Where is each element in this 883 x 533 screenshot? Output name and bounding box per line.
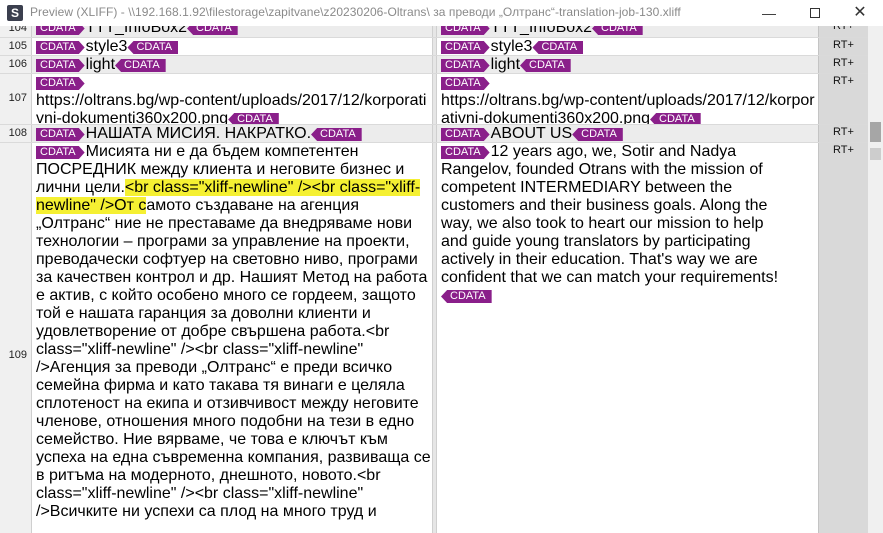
cdata-tag[interactable]: CDATA bbox=[36, 146, 85, 159]
status-cell: RT+ bbox=[818, 26, 868, 37]
status-cell: RT+ bbox=[818, 56, 868, 73]
segment-row[interactable]: 109 CDATA Мисията ни е да бъдем компетент… bbox=[0, 143, 868, 533]
cdata-tag[interactable]: CDATA bbox=[650, 113, 701, 124]
source-cell[interactable]: CDATA Мисията ни е да бъдем компетентен П… bbox=[33, 143, 433, 533]
scrollbar-thumb-secondary[interactable] bbox=[870, 148, 881, 160]
maximize-button[interactable] bbox=[792, 0, 838, 26]
segment-row[interactable]: 106 CDATA light CDATA CDATA light CDATA RT+ bbox=[0, 56, 868, 74]
target-text: light bbox=[490, 56, 521, 73]
segment-number: 105 bbox=[0, 38, 32, 55]
cdata-tag[interactable]: CDATA bbox=[441, 77, 490, 90]
segment-number: 104 bbox=[0, 26, 32, 37]
cdata-tag[interactable]: CDATA bbox=[36, 41, 85, 54]
source-text: НАШАТА МИСИЯ. НАКРАТКО. bbox=[85, 125, 312, 142]
source-text: амото създаване на агенция „Олтранс“ ние… bbox=[36, 197, 431, 520]
target-cell[interactable]: CDATA light CDATA bbox=[438, 56, 818, 73]
cdata-tag[interactable]: CDATA bbox=[36, 59, 85, 72]
title-bar: S Preview (XLIFF) - \\192.168.1.92\files… bbox=[0, 0, 883, 26]
cdata-tag[interactable]: CDATA bbox=[36, 26, 85, 35]
target-cell[interactable]: CDATA https://oltrans.bg/wp-content/uplo… bbox=[438, 74, 818, 124]
segment-number: 108 bbox=[0, 125, 32, 142]
cdata-tag[interactable]: CDATA bbox=[520, 59, 571, 72]
segment-row[interactable]: 104 CDATA TTT_InfoBox2 CDATA CDATA TTT_Info… bbox=[0, 26, 868, 38]
cdata-tag[interactable]: CDATA bbox=[592, 26, 643, 35]
source-cell[interactable]: CDATA НАШАТА МИСИЯ. НАКРАТКО. CDATA bbox=[33, 125, 433, 142]
cdata-tag[interactable]: CDATA bbox=[441, 26, 490, 35]
close-button[interactable]: ✕ bbox=[837, 0, 883, 26]
target-cell[interactable]: CDATA ABOUT US CDATA bbox=[438, 125, 818, 142]
source-text: light bbox=[85, 56, 116, 73]
target-cell[interactable]: CDATA 12 years ago, we, Sotir and Nadya R… bbox=[438, 143, 818, 533]
cdata-tag[interactable]: CDATA bbox=[115, 59, 166, 72]
cdata-tag[interactable]: CDATA bbox=[311, 128, 362, 141]
cdata-tag[interactable]: CDATA bbox=[36, 77, 85, 90]
target-text: 12 years ago, we, Sotir and Nadya Rangel… bbox=[441, 143, 779, 286]
window-title: Preview (XLIFF) - \\192.168.1.92\filesto… bbox=[30, 5, 681, 19]
target-text: ABOUT US bbox=[490, 125, 573, 142]
status-cell: RT+ bbox=[818, 74, 868, 124]
cdata-tag[interactable]: CDATA bbox=[441, 128, 490, 141]
cdata-tag[interactable]: CDATA bbox=[441, 290, 492, 303]
status-cell: RT+ bbox=[818, 38, 868, 55]
target-text: style3 bbox=[490, 38, 533, 55]
cdata-tag[interactable]: CDATA bbox=[441, 146, 490, 159]
segment-grid: 104 CDATA TTT_InfoBox2 CDATA CDATA TTT_Info… bbox=[0, 26, 868, 533]
source-cell[interactable]: CDATA light CDATA bbox=[33, 56, 433, 73]
source-text: style3 bbox=[85, 38, 128, 55]
source-cell[interactable]: CDATA style3 CDATA bbox=[33, 38, 433, 55]
segment-number: 107 bbox=[0, 74, 32, 124]
minimize-button[interactable]: — bbox=[746, 0, 792, 26]
cdata-tag[interactable]: CDATA bbox=[228, 113, 279, 124]
cdata-tag[interactable]: CDATA bbox=[36, 128, 85, 141]
cdata-tag[interactable]: CDATA bbox=[127, 41, 179, 54]
segment-row[interactable]: 107 CDATA https://oltrans.bg/wp-content/… bbox=[0, 74, 868, 125]
source-text: TTT_InfoBox2 bbox=[85, 26, 188, 36]
cdata-tag[interactable]: CDATA bbox=[572, 128, 623, 141]
target-text: TTT_InfoBox2 bbox=[490, 26, 593, 36]
target-cell[interactable]: CDATA style3 CDATA bbox=[438, 38, 818, 55]
cdata-tag[interactable]: CDATA bbox=[187, 26, 238, 35]
status-cell: RT+ bbox=[818, 125, 868, 142]
segment-number: 106 bbox=[0, 56, 32, 73]
vertical-scrollbar[interactable] bbox=[868, 26, 883, 533]
maximize-icon bbox=[810, 8, 820, 19]
cdata-tag[interactable]: CDATA bbox=[441, 41, 490, 54]
app-icon: S bbox=[7, 5, 23, 21]
segment-row[interactable]: 108 CDATA НАШАТА МИСИЯ. НАКРАТКО. CDATA CD… bbox=[0, 125, 868, 143]
scrollbar-thumb[interactable] bbox=[870, 122, 881, 142]
source-cell[interactable]: CDATA TTT_InfoBox2 CDATA bbox=[33, 26, 433, 37]
target-text: https://oltrans.bg/wp-content/uploads/20… bbox=[441, 92, 815, 124]
target-cell[interactable]: CDATA TTT_InfoBox2 CDATA bbox=[438, 26, 818, 37]
cdata-tag[interactable]: CDATA bbox=[441, 59, 490, 72]
source-cell[interactable]: CDATA https://oltrans.bg/wp-content/uplo… bbox=[33, 74, 433, 124]
segment-number: 109 bbox=[0, 143, 32, 533]
cdata-tag[interactable]: CDATA bbox=[532, 41, 584, 54]
status-cell: RT+ bbox=[818, 143, 868, 533]
segment-row[interactable]: 105 CDATA style3 CDATA CDATA style3 CDATA RT… bbox=[0, 38, 868, 56]
